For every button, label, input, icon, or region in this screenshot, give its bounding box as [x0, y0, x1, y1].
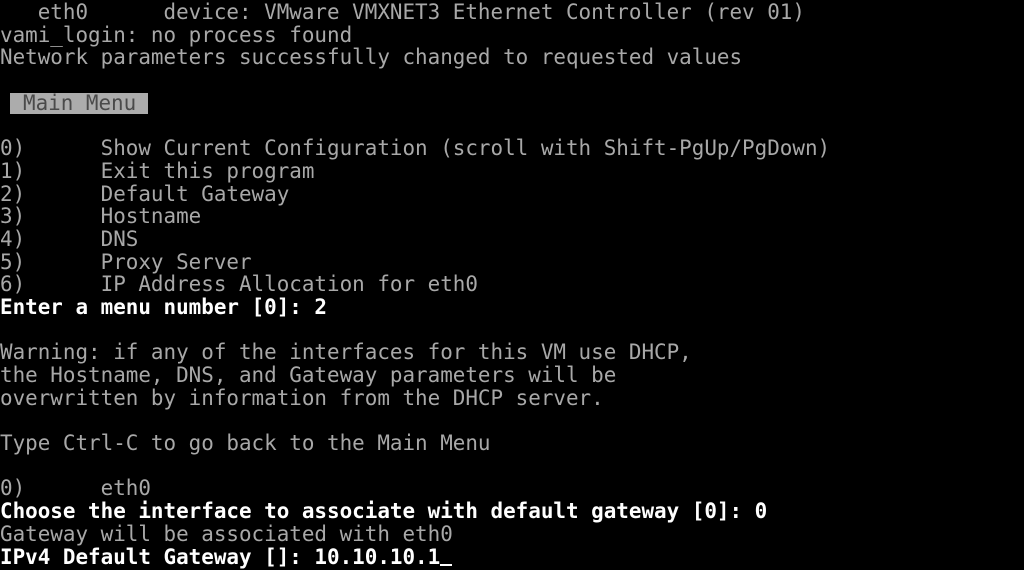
main-menu-heading-line: Main Menu — [0, 92, 1024, 115]
terminal-text: 3) Hostname — [0, 204, 202, 229]
terminal-line: 2) Default Gateway — [0, 181, 1024, 206]
terminal-text: Enter a menu number [0]: 2 — [0, 294, 328, 319]
terminal-line: 0) Show Current Configuration (scroll wi… — [0, 137, 1024, 160]
terminal-text: Network parameters successfully changed … — [0, 45, 743, 70]
text-cursor — [440, 546, 453, 566]
terminal-line: vami_login: no process found — [0, 22, 1024, 47]
terminal-text: vami_login: no process found — [0, 22, 353, 47]
terminal-line: 0) eth0 — [0, 477, 1024, 500]
terminal-line: Gateway will be associated with eth0 — [0, 521, 1024, 546]
terminal-line: Network parameters successfully changed … — [0, 46, 1024, 69]
console-terminal[interactable]: eth0 device: VMware VMXNET3 Ethernet Con… — [0, 0, 1024, 570]
terminal-text: 5) Proxy Server — [0, 249, 252, 274]
terminal-line: 1) Exit this program — [0, 158, 1024, 183]
terminal-line: the Hostname, DNS, and Gateway parameter… — [0, 364, 1024, 387]
terminal-line: 4) DNS — [0, 228, 1024, 251]
terminal-text: Warning: if any of the interfaces for th… — [0, 340, 692, 365]
terminal-text: 2) Default Gateway — [0, 181, 290, 206]
terminal-text: overwritten by information from the DHCP… — [0, 385, 604, 410]
terminal-text: Type Ctrl-C to go back to the Main Menu — [0, 431, 491, 456]
terminal-text: 6) IP Address Allocation for eth0 — [0, 272, 478, 297]
terminal-line: Choose the interface to associate with d… — [0, 500, 1024, 523]
terminal-text: the Hostname, DNS, and Gateway parameter… — [0, 363, 617, 387]
terminal-text: 4) DNS — [0, 226, 139, 251]
terminal-text: Choose the interface to associate with d… — [0, 499, 768, 524]
terminal-line: Type Ctrl-C to go back to the Main Menu — [0, 432, 1024, 455]
main-menu-title: Main Menu — [10, 92, 149, 114]
terminal-line: IPv4 Default Gateway []: 10.10.10.1 — [0, 544, 1024, 569]
terminal-line: 3) Hostname — [0, 205, 1024, 228]
terminal-line: Warning: if any of the interfaces for th… — [0, 341, 1024, 364]
terminal-text: 0) Show Current Configuration (scroll wi… — [0, 136, 831, 161]
terminal-line: 5) Proxy Server — [0, 249, 1024, 274]
terminal-text: eth0 device: VMware VMXNET3 Ethernet Con… — [0, 0, 805, 24]
terminal-line: 6) IP Address Allocation for eth0 — [0, 273, 1024, 296]
terminal-text: 1) Exit this program — [0, 158, 315, 183]
terminal-line: eth0 device: VMware VMXNET3 Ethernet Con… — [0, 1, 1024, 24]
terminal-text: IPv4 Default Gateway []: 10.10.10.1 — [0, 544, 441, 569]
terminal-line: Enter a menu number [0]: 2 — [0, 296, 1024, 319]
terminal-text: 0) eth0 — [0, 476, 151, 501]
terminal-text: Gateway will be associated with eth0 — [0, 521, 453, 546]
terminal-line: overwritten by information from the DHCP… — [0, 385, 1024, 410]
